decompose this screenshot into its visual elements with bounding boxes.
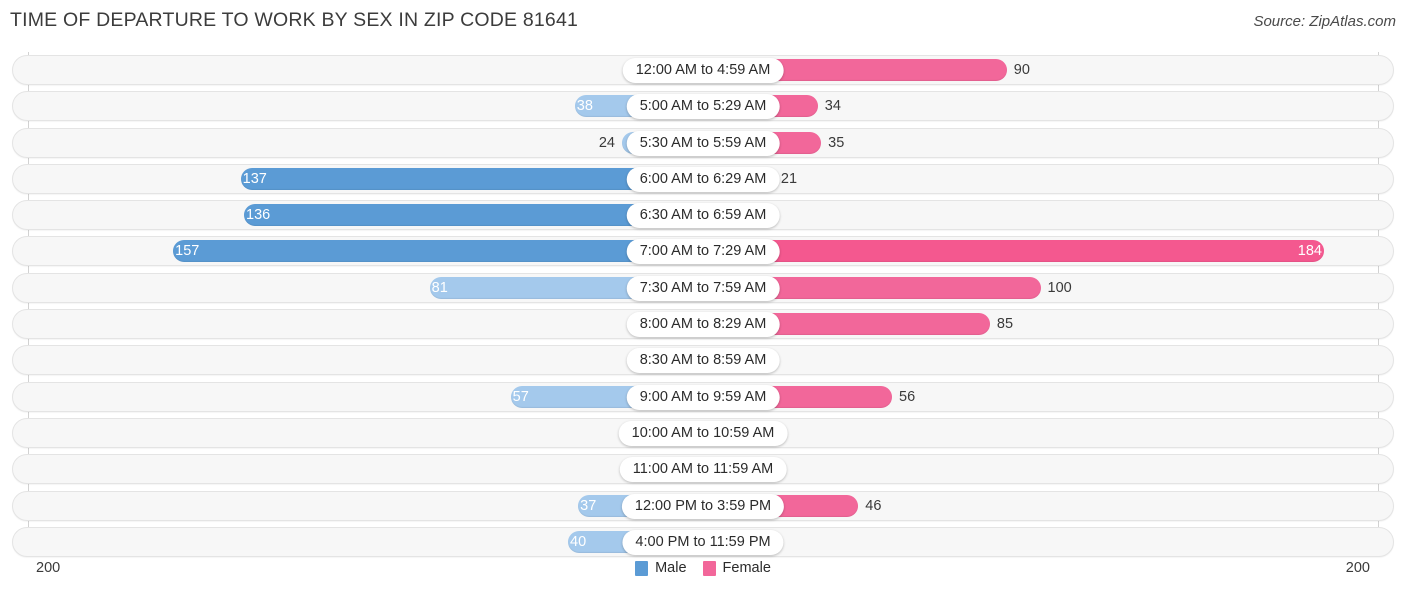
chart-plot-area: 59012:00 AM to 4:59 AM38345:00 AM to 5:2… (0, 52, 1406, 557)
bar-row: 37 46 12:00 PM to 3:59 PM (0, 488, 1406, 524)
legend-label-female: Female (722, 560, 771, 576)
legend-swatch-male-icon (635, 560, 649, 576)
category-label: 7:30 AM to 7:59 AM (626, 275, 780, 301)
bar-row: 81 100 7:30 AM to 7:59 AM (0, 270, 1406, 306)
category-label: 10:00 AM to 10:59 AM (618, 420, 788, 446)
source-attribution: Source: ZipAtlas.com (1253, 13, 1396, 30)
value-label-female: 34 (824, 98, 841, 115)
value-label-female: 100 (1047, 279, 1072, 296)
category-label: 7:00 AM to 7:29 AM (626, 239, 780, 265)
bar-rows-container: 59012:00 AM to 4:59 AM38345:00 AM to 5:2… (0, 52, 1406, 560)
category-label: 6:30 AM to 6:59 AM (626, 203, 780, 229)
value-label-female: 21 (780, 170, 798, 187)
category-label: 6:00 AM to 6:29 AM (626, 166, 780, 192)
value-label-male: 57 (512, 388, 529, 405)
bar-row: 157 184 7:00 AM to 7:29 AM (0, 233, 1406, 269)
value-label-male: 81 (431, 279, 448, 296)
category-label: 12:00 AM to 4:59 AM (622, 58, 784, 83)
bar-row: 5858:00 AM to 8:29 AM (0, 306, 1406, 342)
bar-row: 57 56 9:00 AM to 9:59 AM (0, 379, 1406, 415)
chart-legend: Male Female (0, 560, 1406, 576)
page-title: TIME OF DEPARTURE TO WORK BY SEX IN ZIP … (10, 9, 579, 31)
bar-row: 161810:00 AM to 10:59 AM (0, 415, 1406, 451)
value-label-male: 37 (580, 497, 597, 514)
bar-female[interactable] (703, 240, 1324, 263)
category-label: 9:00 AM to 9:59 AM (626, 384, 780, 410)
value-label-male: 137 (242, 170, 267, 187)
bar-row: 24 35 5:30 AM to 5:59 AM (0, 125, 1406, 161)
value-label-female: 56 (899, 388, 916, 405)
value-label-male: 38 (576, 98, 593, 115)
legend-swatch-female-icon (702, 560, 716, 576)
chart-page: TIME OF DEPARTURE TO WORK BY SEX IN ZIP … (0, 0, 1406, 595)
value-label-male: 157 (175, 243, 200, 260)
category-label: 12:00 PM to 3:59 PM (621, 493, 785, 519)
value-label-female: 184 (1297, 243, 1322, 260)
value-label-male: 40 (570, 533, 587, 550)
legend-item-male[interactable]: Male (635, 560, 687, 576)
chart-header: TIME OF DEPARTURE TO WORK BY SEX IN ZIP … (0, 0, 1406, 44)
value-label-female: 35 (828, 134, 845, 151)
category-label: 8:00 AM to 8:29 AM (626, 312, 780, 338)
legend-item-female[interactable]: Female (702, 560, 771, 576)
bar-row: 59012:00 AM to 4:59 AM (0, 52, 1406, 88)
category-label: 8:30 AM to 8:59 AM (626, 348, 780, 374)
value-label-female: 46 (865, 497, 882, 514)
value-label-male: 136 (246, 207, 271, 224)
bar-row: 137 21 6:00 AM to 6:29 AM (0, 161, 1406, 197)
bar-row: 13606:30 AM to 6:59 AM (0, 197, 1406, 233)
category-label: 5:00 AM to 5:29 AM (626, 94, 780, 120)
value-label-female: 90 (1013, 62, 1030, 78)
bar-row: 38 34 5:00 AM to 5:29 AM (0, 88, 1406, 124)
chart-footer: 200 200 Male Female (0, 552, 1406, 595)
legend-label-male: Male (655, 560, 687, 576)
category-label: 4:00 PM to 11:59 PM (622, 529, 784, 555)
category-label: 5:30 AM to 5:59 AM (626, 130, 780, 156)
bar-male[interactable] (173, 240, 703, 263)
category-label: 11:00 AM to 11:59 AM (619, 457, 787, 483)
bar-row: 0011:00 AM to 11:59 AM (0, 451, 1406, 487)
value-label-male: 24 (598, 134, 615, 151)
value-label-female: 85 (996, 316, 1014, 333)
bar-row: 008:30 AM to 8:59 AM (0, 342, 1406, 378)
